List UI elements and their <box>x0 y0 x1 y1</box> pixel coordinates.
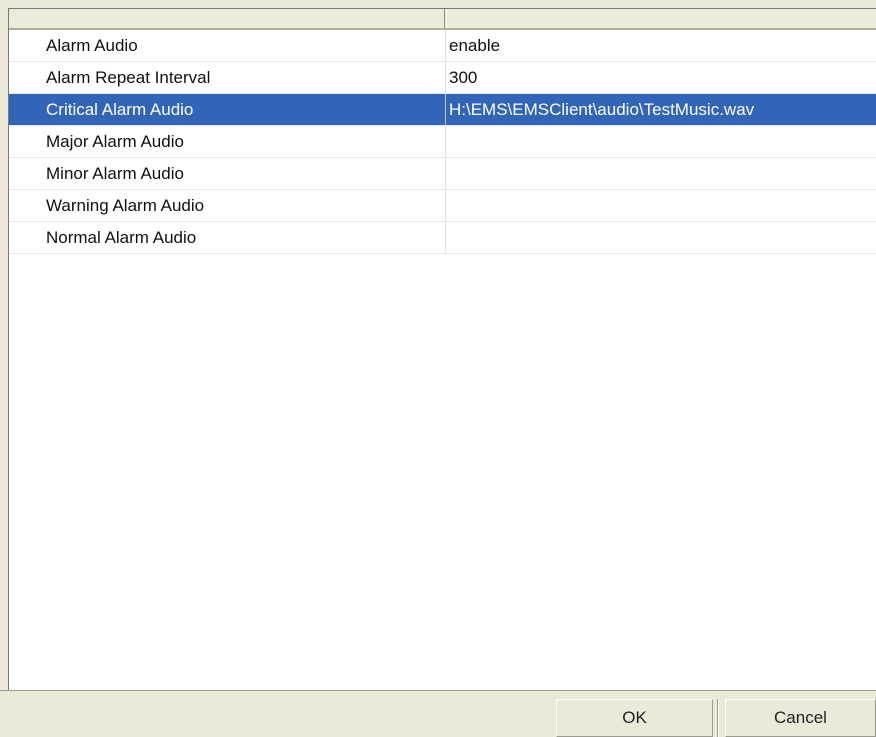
property-name-cell[interactable]: Critical Alarm Audio <box>9 94 445 125</box>
column-header-value[interactable] <box>446 9 876 28</box>
properties-table: Alarm Audio enable Alarm Repeat Interval… <box>8 8 876 690</box>
property-value-cell[interactable]: enable <box>445 30 876 61</box>
table-body: Alarm Audio enable Alarm Repeat Interval… <box>9 30 876 254</box>
property-name-cell[interactable]: Minor Alarm Audio <box>9 158 445 189</box>
property-value-cell[interactable] <box>445 126 876 157</box>
property-name-cell[interactable]: Normal Alarm Audio <box>9 222 445 253</box>
property-value-cell[interactable] <box>445 158 876 189</box>
table-row[interactable]: Minor Alarm Audio <box>9 158 876 190</box>
property-name-cell[interactable]: Alarm Repeat Interval <box>9 62 445 93</box>
table-row[interactable]: Normal Alarm Audio <box>9 222 876 254</box>
cancel-button[interactable]: Cancel <box>725 699 876 737</box>
property-value-cell[interactable] <box>445 190 876 221</box>
property-name-cell[interactable]: Warning Alarm Audio <box>9 190 445 221</box>
button-bar: OK Cancel <box>0 690 876 737</box>
table-header <box>9 9 876 30</box>
column-header-name[interactable] <box>9 9 445 28</box>
property-name-cell[interactable]: Alarm Audio <box>9 30 445 61</box>
table-row-selected[interactable]: Critical Alarm Audio H:\EMS\EMSClient\au… <box>9 94 876 126</box>
ok-button[interactable]: OK <box>556 699 713 737</box>
button-divider <box>717 699 719 737</box>
alarm-audio-settings-dialog: Alarm Audio enable Alarm Repeat Interval… <box>0 0 876 737</box>
table-row[interactable]: Alarm Repeat Interval 300 <box>9 62 876 94</box>
property-value-cell[interactable] <box>445 222 876 253</box>
table-row[interactable]: Alarm Audio enable <box>9 30 876 62</box>
table-row[interactable]: Warning Alarm Audio <box>9 190 876 222</box>
table-row[interactable]: Major Alarm Audio <box>9 126 876 158</box>
property-name-cell[interactable]: Major Alarm Audio <box>9 126 445 157</box>
property-value-cell[interactable]: 300 <box>445 62 876 93</box>
property-value-cell[interactable]: H:\EMS\EMSClient\audio\TestMusic.wav <box>445 94 876 125</box>
